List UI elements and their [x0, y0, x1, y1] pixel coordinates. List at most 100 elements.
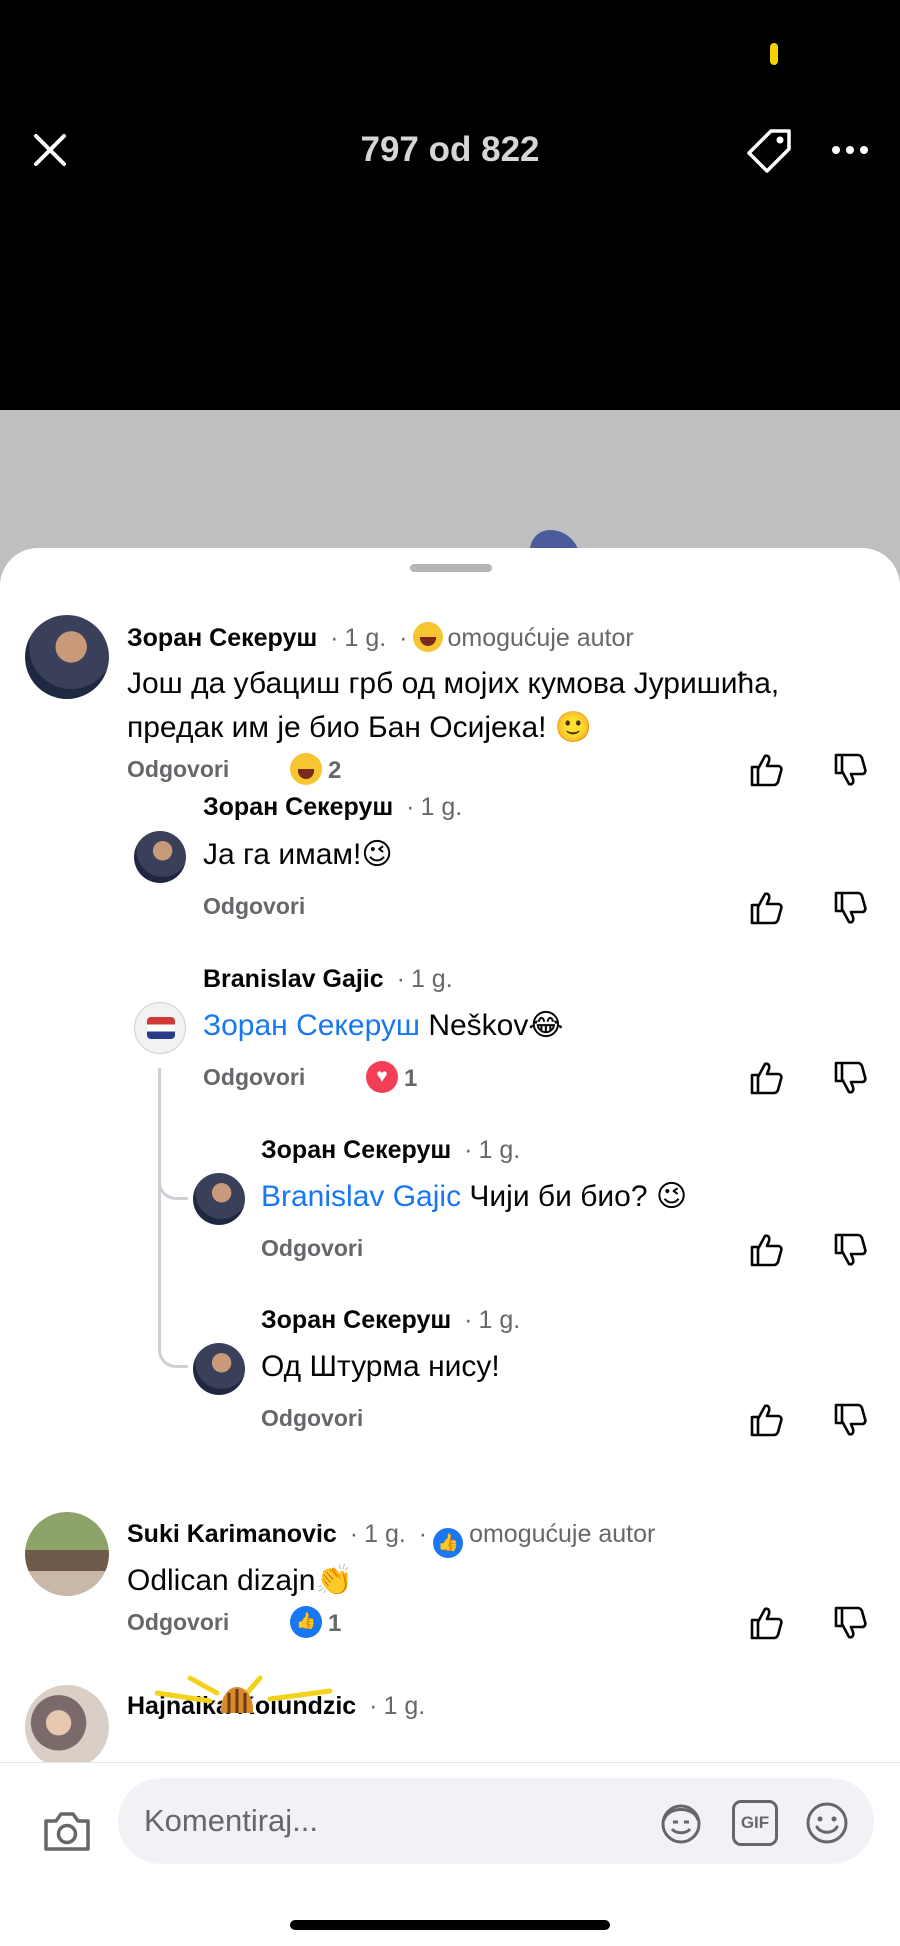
- upvote-button[interactable]: [746, 1400, 786, 1440]
- thumbs-down-icon: [834, 753, 867, 786]
- thumbs-up-icon: [750, 1607, 783, 1640]
- reply-button[interactable]: Odgovori: [261, 1235, 363, 1262]
- comment-meta: Зоран Секеруш · 1 g. · omogućuje autor: [127, 622, 634, 652]
- downvote-button[interactable]: [830, 1400, 870, 1440]
- home-indicator: [290, 1920, 610, 1930]
- comment-meta: Зоран Секеруш · 1 g.: [261, 1306, 521, 1334]
- comment-meta: Зоран Секеруш · 1 g.: [261, 1136, 521, 1164]
- upvote-button[interactable]: [746, 1230, 786, 1270]
- author-badge: omogućuje autor: [469, 1520, 656, 1548]
- comment-age: 1 g.: [478, 1306, 521, 1334]
- comment-text-rest: Чији би био? 😉: [461, 1180, 688, 1213]
- downvote-button[interactable]: [830, 1058, 870, 1098]
- reply-button[interactable]: Odgovori: [127, 756, 229, 783]
- comment-composer: Komentiraj... GIF: [0, 1762, 900, 1946]
- reply-button[interactable]: Odgovori: [203, 1064, 305, 1091]
- reaction-count: 1: [328, 1610, 342, 1637]
- comment-author[interactable]: Зоран Секеруш: [203, 793, 393, 821]
- thumbs-down-icon: [834, 1403, 867, 1436]
- upvote-button[interactable]: [746, 750, 786, 790]
- thumbs-up-icon: [750, 1234, 783, 1267]
- thread-connector: [158, 1198, 161, 1338]
- comment-author[interactable]: Зоран Секеруш: [261, 1136, 451, 1164]
- comments-sheet: Зоран Секеруш · 1 g. · omogućuje autor Још…: [0, 548, 900, 1946]
- downvote-button[interactable]: [830, 1603, 870, 1643]
- mention-link[interactable]: Branislav Gajic: [261, 1180, 461, 1213]
- comment-text: Ја га имам!😉: [203, 838, 393, 871]
- comment-text: Зоран Секеруш Neškov😂: [203, 1004, 563, 1048]
- author-badge: omogućuje autor: [447, 624, 634, 652]
- thumbs-up-icon: [750, 892, 783, 925]
- comment-meta: Suki Karimanovic · 1 g. · 👍 omogućuje autor: [127, 1520, 655, 1558]
- recording-indicator: [770, 43, 778, 65]
- comment-author[interactable]: Зоран Секеруш: [127, 624, 317, 652]
- comment-meta: Branislav Gajic · 1 g.: [203, 965, 453, 993]
- tag-icon: [747, 129, 791, 173]
- thread-connector: [158, 1170, 188, 1200]
- reaction-summary[interactable]: 2: [290, 753, 341, 785]
- comment-author[interactable]: Suki Karimanovic: [127, 1520, 337, 1548]
- downvote-button[interactable]: [830, 750, 870, 790]
- thumbs-down-icon: [834, 1233, 867, 1266]
- tag-button[interactable]: [745, 126, 795, 176]
- avatar[interactable]: [193, 1343, 245, 1395]
- comment-age: 1 g.: [478, 1136, 521, 1164]
- thread-connector: [158, 1338, 188, 1368]
- thumbs-up-icon: [750, 1404, 783, 1437]
- sheet-grabber[interactable]: [410, 564, 492, 572]
- avatar[interactable]: [193, 1173, 245, 1225]
- comment-age: 1 g.: [364, 1520, 406, 1548]
- reply-button[interactable]: Odgovori: [261, 1405, 363, 1432]
- avatar[interactable]: [25, 1685, 109, 1769]
- avatar[interactable]: [134, 1002, 186, 1054]
- heart-reaction-icon: [366, 1061, 398, 1093]
- grin-reaction-icon: [290, 753, 322, 785]
- comment-author[interactable]: Зоран Секеруш: [261, 1306, 451, 1334]
- comment-author[interactable]: Branislav Gajic: [203, 965, 384, 993]
- comment-age: 1 g.: [420, 793, 463, 821]
- comment-age: 1 g.: [344, 624, 387, 652]
- thumbs-down-icon: [834, 1606, 867, 1639]
- comment-input[interactable]: Komentiraj... GIF: [118, 1778, 874, 1864]
- reaction-count: 1: [404, 1065, 418, 1092]
- grin-emoji-icon: [413, 622, 444, 652]
- downvote-button[interactable]: [830, 1230, 870, 1270]
- avatar[interactable]: [134, 831, 186, 883]
- viewer-header: 797 od 822: [0, 100, 900, 200]
- sticker-image: [155, 1675, 333, 1713]
- comment-text: предак им је био Бан Осијека! 🙂: [127, 711, 593, 744]
- downvote-button[interactable]: [830, 888, 870, 928]
- thumbs-down-icon: [834, 1061, 867, 1094]
- comment-text: Branislav Gajic Чији би био? 😉: [261, 1175, 687, 1219]
- comment-input-placeholder: Komentiraj...: [144, 1803, 319, 1838]
- comment-age: 1 g.: [410, 965, 453, 993]
- reaction-count: 2: [328, 757, 342, 784]
- emoji-icon[interactable]: [804, 1800, 850, 1846]
- gif-button[interactable]: GIF: [732, 1800, 778, 1846]
- avatar-sticker-icon[interactable]: [658, 1800, 704, 1846]
- comment-age: 1 g.: [383, 1692, 426, 1720]
- comment-text: Још да убациш грб од мојих кумова Јуриши…: [127, 667, 780, 700]
- upvote-button[interactable]: [746, 888, 786, 928]
- upvote-button[interactable]: [746, 1058, 786, 1098]
- reply-button[interactable]: Odgovori: [203, 893, 305, 920]
- avatar[interactable]: [25, 615, 109, 699]
- comment-text: Од Штурма нису!: [261, 1350, 500, 1383]
- comment-text: Odlican dizajn👏: [127, 1564, 353, 1597]
- comment-text-rest: Neškov😂: [420, 1009, 564, 1042]
- more-icon: [832, 146, 868, 154]
- comment-meta: Зоран Секеруш · 1 g.: [203, 793, 463, 821]
- reaction-summary[interactable]: 1: [366, 1061, 417, 1093]
- reaction-summary[interactable]: 1: [290, 1606, 341, 1638]
- upvote-button[interactable]: [746, 1603, 786, 1643]
- camera-icon: [44, 1812, 90, 1851]
- more-options-button[interactable]: [822, 130, 878, 170]
- camera-button[interactable]: [40, 1805, 94, 1859]
- reply-button[interactable]: Odgovori: [127, 1609, 229, 1636]
- thumbs-up-icon: [750, 754, 783, 787]
- thumbs-down-icon: [834, 891, 867, 924]
- avatar[interactable]: [25, 1512, 109, 1596]
- mention-link[interactable]: Зоран Секеруш: [203, 1009, 420, 1042]
- like-reaction-icon: [290, 1606, 322, 1638]
- thumbs-up-badge-icon: 👍: [433, 1528, 464, 1558]
